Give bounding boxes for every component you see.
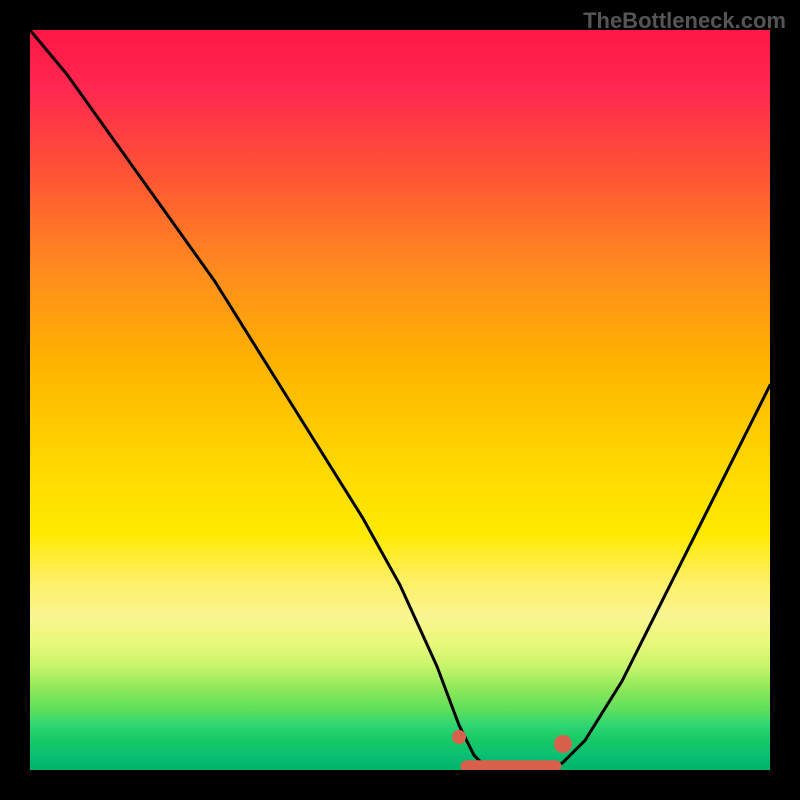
- chart-marker: [452, 730, 466, 744]
- chart-plot-area: [30, 30, 770, 770]
- watermark-text: TheBottleneck.com: [583, 8, 786, 34]
- chart-markers: [30, 30, 770, 770]
- chart-marker: [554, 735, 572, 753]
